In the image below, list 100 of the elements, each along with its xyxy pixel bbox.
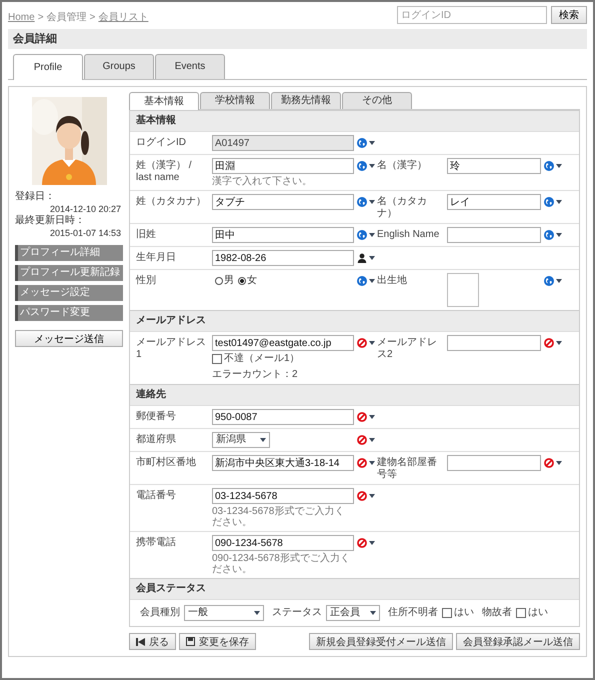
field-label: 旧姓 <box>136 228 157 241</box>
breadcrumb-link[interactable]: 会員リスト <box>98 12 148 24</box>
caret-icon[interactable] <box>556 233 562 237</box>
search-field[interactable]: ログインID <box>397 6 547 24</box>
text-field[interactable]: 03-1234-5678 <box>212 488 354 504</box>
globe-icon[interactable] <box>357 230 367 240</box>
no-entry-icon[interactable] <box>357 412 367 422</box>
caret-icon[interactable] <box>369 164 375 168</box>
hint-text: 03-1234-5678形式でご入力ください。 <box>212 506 346 528</box>
tab[interactable]: その他 <box>342 92 412 109</box>
globe-icon[interactable] <box>544 276 554 286</box>
radio-button[interactable] <box>215 277 223 285</box>
error-count: エラーカウント：2 <box>212 368 299 381</box>
action-button[interactable]: 会員登録承認メール送信 <box>456 633 580 650</box>
no-entry-icon[interactable] <box>357 491 367 501</box>
no-entry-icon[interactable] <box>544 458 554 468</box>
message-button[interactable]: メッセージ送信 <box>15 330 123 347</box>
no-entry-icon[interactable] <box>544 338 554 348</box>
caret-icon[interactable] <box>369 233 375 237</box>
text-field[interactable]: 950-0087 <box>212 409 354 425</box>
info-label: 最終更新日時： <box>15 215 86 227</box>
info-value: 2015-01-07 14:53 <box>48 227 122 239</box>
globe-icon[interactable] <box>357 161 367 171</box>
action-button[interactable]: 新規会員登録受付メール送信 <box>309 633 453 650</box>
globe-icon[interactable] <box>357 197 367 207</box>
field-label: 物故者 <box>482 607 512 619</box>
text-field[interactable]: 090-1234-5678 <box>212 535 354 551</box>
caret-icon[interactable] <box>556 200 562 204</box>
text-field[interactable]: 玲 <box>447 158 541 174</box>
dropdown[interactable]: 新潟県 <box>212 432 270 448</box>
field-label: 名（カタカナ） <box>377 195 428 220</box>
breadcrumb-link[interactable]: Home <box>8 12 35 24</box>
text-field[interactable]: レイ <box>447 194 541 210</box>
caret-icon[interactable] <box>369 200 375 204</box>
radio-label: 女 <box>247 275 257 287</box>
section-heading: 連絡先 <box>130 384 579 405</box>
section-heading: 会員ステータス <box>130 578 579 599</box>
tab[interactable]: 勤務先情報 <box>271 92 341 109</box>
text-field[interactable]: 田中 <box>212 227 354 243</box>
tab[interactable]: 学校情報 <box>200 92 270 109</box>
checkbox[interactable] <box>442 608 452 618</box>
text-field[interactable]: タブチ <box>212 194 354 210</box>
field-label: 住所不明者 <box>388 607 438 619</box>
no-entry-icon[interactable] <box>357 435 367 445</box>
search-button[interactable]: 検索 <box>551 6 587 24</box>
field-label: 性別 <box>136 274 157 287</box>
text-field[interactable]: 新潟市中央区東大通3-18-14 <box>212 455 354 471</box>
info-value: 2014-12-10 20:27 <box>48 203 122 214</box>
caret-icon[interactable] <box>556 279 562 283</box>
caret-icon[interactable] <box>369 494 375 498</box>
tab[interactable]: Events <box>155 54 225 79</box>
person-icon[interactable] <box>357 253 367 263</box>
tab[interactable]: Profile <box>13 54 83 80</box>
globe-icon[interactable] <box>357 276 367 286</box>
no-entry-icon[interactable] <box>357 338 367 348</box>
text-field[interactable] <box>447 455 541 471</box>
text-field[interactable]: test01497@eastgate.co.jp <box>212 335 354 351</box>
globe-icon[interactable] <box>544 197 554 207</box>
caret-icon[interactable] <box>369 541 375 545</box>
caret-icon[interactable] <box>369 415 375 419</box>
radio-label: 男 <box>224 275 234 287</box>
field-label: 生年月日 <box>136 250 177 264</box>
no-entry-icon[interactable] <box>357 458 367 468</box>
globe-icon[interactable] <box>544 161 554 171</box>
radio-button[interactable] <box>238 277 246 285</box>
save-icon <box>186 637 195 646</box>
action-button[interactable]: 変更を保存 <box>179 633 256 650</box>
dropdown[interactable]: 一般 <box>184 605 264 621</box>
text-field[interactable]: 田淵 <box>212 158 354 174</box>
tab[interactable]: Groups <box>84 54 154 79</box>
caret-icon[interactable] <box>369 438 375 442</box>
caret-icon[interactable] <box>369 141 375 145</box>
dropdown[interactable]: 正会員 <box>326 605 380 621</box>
text-field[interactable] <box>447 335 541 351</box>
text-field[interactable] <box>447 227 541 243</box>
field-label: ログインID <box>136 136 187 149</box>
caret-icon[interactable] <box>369 461 375 465</box>
caret-icon[interactable] <box>556 164 562 168</box>
field-label: English Name <box>377 228 440 241</box>
caret-icon[interactable] <box>369 256 375 260</box>
text-field[interactable]: 1982-08-26 <box>212 250 354 266</box>
globe-icon[interactable] <box>544 230 554 240</box>
checkbox-label: はい <box>454 607 474 619</box>
field-label: 都道府県 <box>136 432 177 446</box>
checkbox[interactable] <box>212 354 222 364</box>
field-label: 姓（カタカナ） <box>136 195 207 208</box>
caret-icon[interactable] <box>556 461 562 465</box>
caret-icon[interactable] <box>369 279 375 283</box>
caret-icon[interactable] <box>369 341 375 345</box>
no-entry-icon[interactable] <box>357 538 367 548</box>
page-title: 会員詳細 <box>8 29 587 49</box>
tab[interactable]: 基本情報 <box>129 92 199 110</box>
action-button[interactable]: 戻る <box>129 633 176 650</box>
info-label: 登録日： <box>15 191 56 203</box>
field-label: メールアドレス2 <box>377 336 438 361</box>
breadcrumb-text: 会員管理 <box>46 12 87 24</box>
caret-icon[interactable] <box>556 341 562 345</box>
field-label: 会員種別 <box>140 607 180 619</box>
checkbox[interactable] <box>516 608 526 618</box>
section-heading: メールアドレス <box>130 310 579 331</box>
